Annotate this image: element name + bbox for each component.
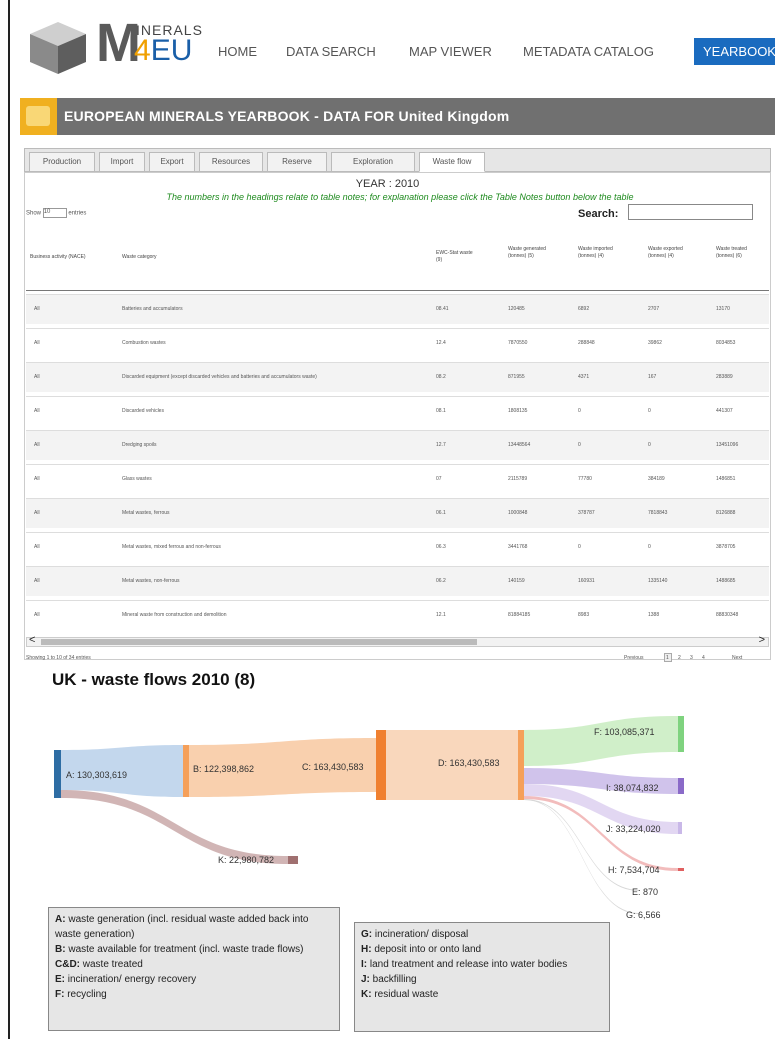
legend-b: B: waste available for treatment (incl. … <box>55 944 304 955</box>
node-label-h: H: 7,534,704 <box>608 865 660 875</box>
legend-k: K: residual waste <box>361 989 439 1000</box>
node-c <box>376 730 386 800</box>
node-label-c: C: 163,430,583 <box>302 762 364 772</box>
node-k <box>288 856 298 864</box>
node-h <box>678 868 684 871</box>
link-a-k <box>61 790 288 864</box>
legend-e: E: incineration/ energy recovery <box>55 974 197 985</box>
legend-right: G: incineration/ disposal H: deposit int… <box>354 922 610 1032</box>
node-label-f: F: 103,085,371 <box>594 727 655 737</box>
node-label-g: G: 6,566 <box>626 910 661 920</box>
legend-cd: C&D: waste treated <box>55 959 143 970</box>
sankey-chart: A: 130,303,619 B: 122,398,862 C: 163,430,5… <box>54 716 684 920</box>
legend-left: A: waste generation (incl. residual wast… <box>48 907 340 1031</box>
node-i <box>678 778 684 794</box>
node-label-b: B: 122,398,862 <box>193 764 254 774</box>
legend-f: F: recycling <box>55 989 107 1000</box>
legend-a: A: waste generation (incl. residual wast… <box>55 914 309 940</box>
node-label-e: E: 870 <box>632 887 658 897</box>
node-label-k: K: 22,980,782 <box>218 855 274 865</box>
node-label-d: D: 163,430,583 <box>438 758 500 768</box>
legend-h: H: deposit into or onto land <box>361 944 482 955</box>
node-d <box>518 730 524 800</box>
node-label-a: A: 130,303,619 <box>66 770 127 780</box>
node-b <box>183 745 189 797</box>
node-a <box>54 750 61 798</box>
link-d-f <box>524 716 678 766</box>
node-f <box>678 716 684 752</box>
node-label-j: J: 33,224,020 <box>606 824 661 834</box>
node-j <box>678 822 682 834</box>
legend-j: J: backfilling <box>361 974 417 985</box>
legend-i: I: land treatment and release into water… <box>361 959 568 970</box>
node-label-i: I: 38,074,832 <box>606 783 659 793</box>
legend-g: G: incineration/ disposal <box>361 929 469 940</box>
